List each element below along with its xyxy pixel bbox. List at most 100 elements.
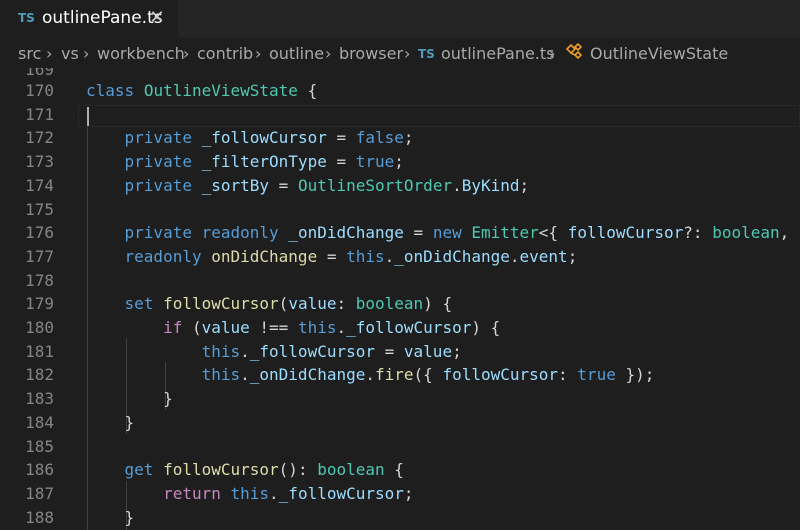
code-token: private <box>124 175 192 195</box>
code-token: ; <box>403 128 414 148</box>
code-token: private <box>124 152 192 172</box>
chevron-right-icon: › <box>46 44 53 63</box>
code-line: } <box>86 507 135 527</box>
line-number: 182 <box>25 365 54 385</box>
code-token: true <box>577 365 616 385</box>
code-token: followCursor <box>442 365 559 385</box>
code-line: private _filterOnType = true; <box>86 152 404 171</box>
code-line: } <box>86 389 173 408</box>
line-number: 172 <box>25 128 54 148</box>
line-number: 188 <box>25 507 54 527</box>
code-token: } <box>86 389 173 409</box>
breadcrumb-item-outline[interactable]: outline <box>269 44 324 63</box>
code-token: _followCursor <box>278 483 404 503</box>
code-token: = <box>317 246 347 266</box>
code-token: { <box>297 81 318 100</box>
code-token: _sortBy <box>201 175 270 195</box>
line-number: 181 <box>25 341 54 361</box>
code-token: OutlineViewState <box>143 81 298 100</box>
code-token: fire <box>375 365 414 385</box>
chevron-right-icon: › <box>404 44 411 63</box>
breadcrumb-item-src[interactable]: src <box>18 44 41 63</box>
code-line: private _followCursor = false; <box>86 128 414 147</box>
breadcrumb-item-browser[interactable]: browser <box>339 44 403 63</box>
code-line: return this._followCursor; <box>86 483 414 503</box>
tab-outlinepane[interactable]: TS outlinePane.ts ✕ <box>0 0 178 38</box>
tab-bar: TS outlinePane.ts ✕ <box>0 0 800 38</box>
line-number: 185 <box>25 436 54 456</box>
chevron-right-icon: › <box>549 44 556 63</box>
code-token: this <box>201 365 241 385</box>
line-number: 187 <box>25 483 54 503</box>
code-token: } <box>86 412 135 432</box>
code-token: value <box>201 318 250 337</box>
breadcrumb-item-vs[interactable]: vs <box>61 44 79 63</box>
line-number: 179 <box>25 294 54 314</box>
code-token: _onDidChange <box>288 223 404 243</box>
code-token: this <box>201 341 241 361</box>
code-token: this <box>230 483 270 503</box>
current-line-highlight <box>78 105 800 127</box>
code-token: this <box>346 246 385 266</box>
code-token: readonly <box>201 223 279 243</box>
line-number: 175 <box>25 199 54 219</box>
line-number: 177 <box>25 246 54 266</box>
code-token: . <box>365 365 375 385</box>
chevron-right-icon: › <box>325 44 332 63</box>
code-token: . <box>384 246 395 266</box>
line-number: 183 <box>25 389 54 409</box>
code-token: ; <box>452 341 462 361</box>
code-token: value <box>403 341 453 361</box>
code-token: class <box>86 81 135 100</box>
code-line: set followCursor(value: boolean) { <box>86 294 453 314</box>
line-number: 186 <box>25 460 54 480</box>
code-token: value <box>288 294 337 314</box>
code-token: if <box>163 318 183 337</box>
line-number: 169 <box>25 68 54 79</box>
code-token: event <box>519 246 568 266</box>
breadcrumb: src › vs › workbench › contrib › outline… <box>0 38 800 68</box>
line-number: 173 <box>25 152 54 172</box>
code-token: set <box>124 294 154 314</box>
code-line: readonly onDidChange = this._onDidChange… <box>86 246 578 266</box>
code-token: = <box>375 341 404 361</box>
breadcrumb-item-class[interactable]: OutlineViewState <box>590 44 728 63</box>
code-token: } <box>86 507 135 527</box>
code-token: = <box>326 128 356 148</box>
code-token: ( <box>182 318 202 337</box>
typescript-file-icon: TS <box>18 11 35 25</box>
code-token: Emitter <box>471 223 539 243</box>
code-token: = <box>269 175 298 195</box>
code-token: followCursor <box>567 223 684 243</box>
breadcrumb-item-workbench[interactable]: workbench <box>97 44 185 63</box>
tab-label: outlinePane.ts <box>42 8 163 28</box>
code-line: this._onDidChange.fire({ followCursor: t… <box>86 365 655 385</box>
line-number: 170 <box>25 81 54 100</box>
code-token: boolean <box>355 294 424 314</box>
code-token: ; <box>519 175 530 195</box>
breadcrumb-item-contrib[interactable]: contrib <box>197 44 253 63</box>
close-icon[interactable]: ✕ <box>148 6 166 30</box>
code-token: this <box>297 318 337 337</box>
breadcrumb-item-file[interactable]: outlinePane.ts <box>441 44 555 63</box>
code-token: ; <box>403 483 414 503</box>
code-token: ByKind <box>461 175 520 195</box>
code-token: . <box>509 246 520 266</box>
code-token: return <box>163 483 221 503</box>
chevron-right-icon: › <box>183 44 190 63</box>
line-number: 171 <box>25 104 54 124</box>
code-editor[interactable]: 169 170 class OutlineViewState {171 172 pr… <box>0 68 800 530</box>
code-token: _followCursor <box>201 128 327 148</box>
code-token: OutlineSortOrder <box>297 175 453 195</box>
